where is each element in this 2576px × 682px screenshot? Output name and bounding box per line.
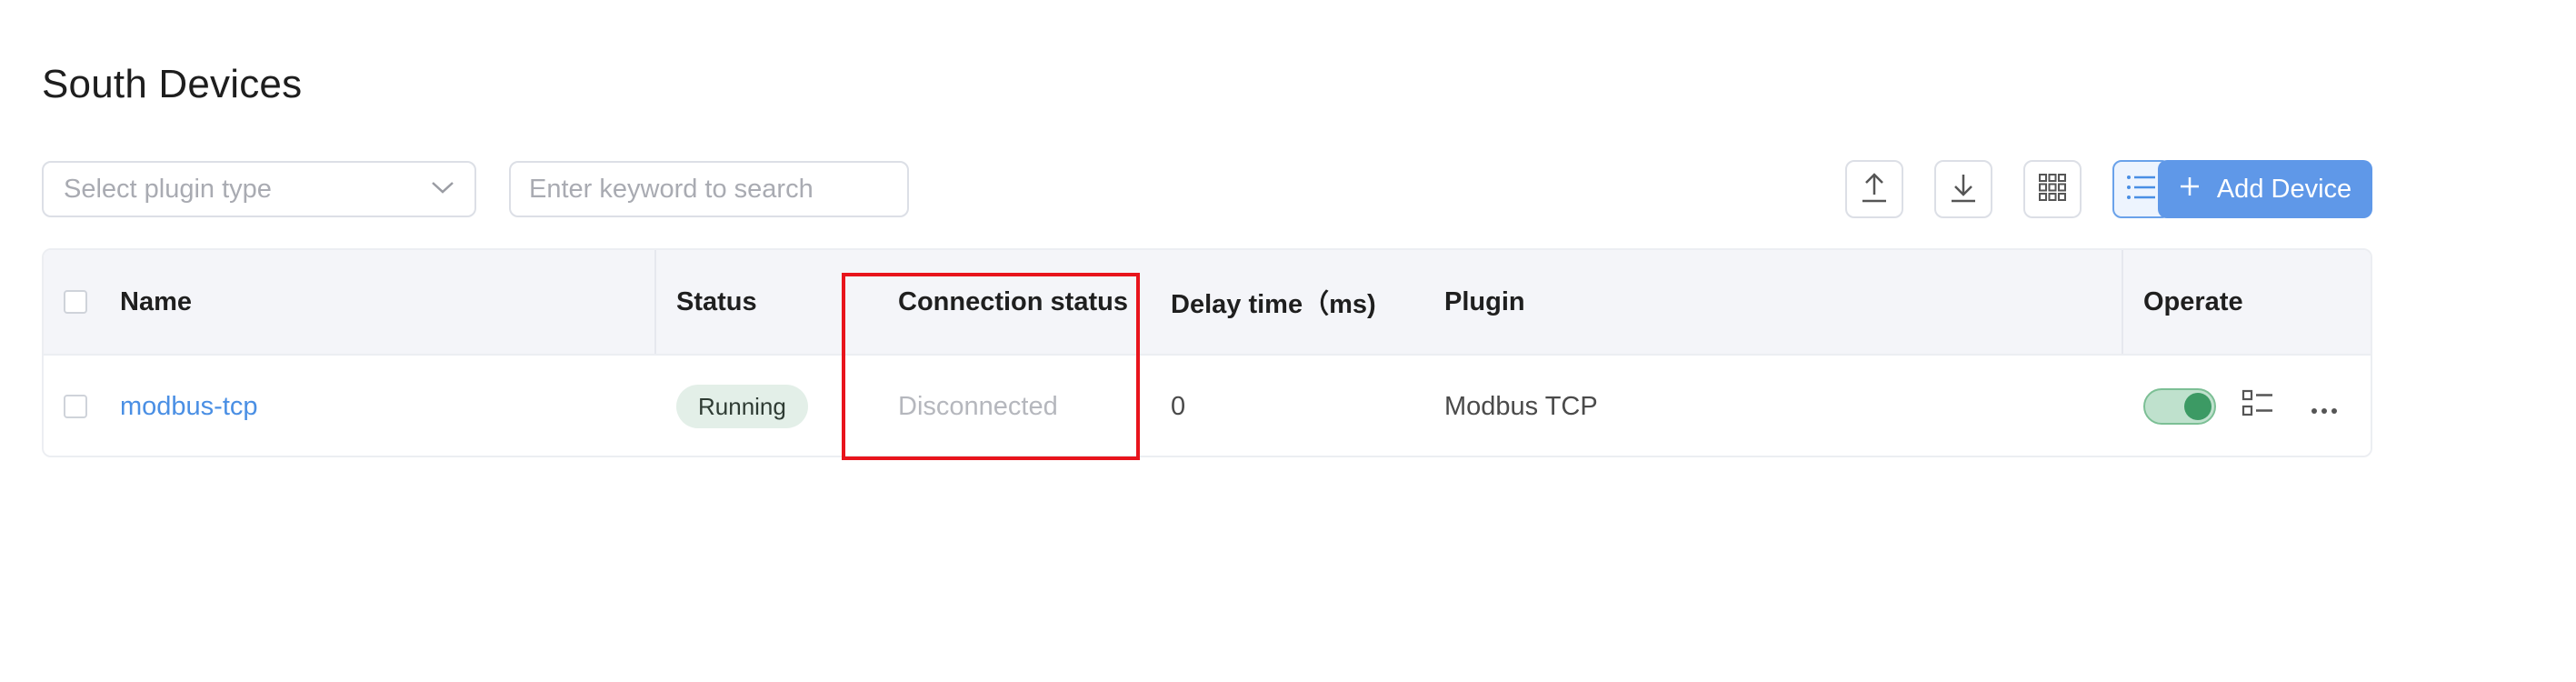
column-header-operate: Operate xyxy=(2143,286,2243,316)
add-device-button[interactable]: Add Device xyxy=(2158,160,2372,218)
more-actions-button[interactable] xyxy=(2311,356,2338,456)
upload-button[interactable] xyxy=(1845,160,1903,218)
device-config-button[interactable] xyxy=(2242,356,2274,456)
devices-table: Name Status Connection status Delay time… xyxy=(42,248,2372,457)
plugin-value: Modbus TCP xyxy=(1444,391,1598,421)
column-header-name: Name xyxy=(120,286,192,316)
table-row: modbus-tcp Running Disconnected 0 Modbus… xyxy=(44,356,2371,456)
download-icon xyxy=(1948,171,1979,208)
select-all-checkbox-cell xyxy=(64,250,87,354)
delay-time-value: 0 xyxy=(1171,391,1186,421)
row-checkbox-cell xyxy=(64,356,87,456)
add-device-label: Add Device xyxy=(2216,174,2352,204)
enable-toggle-cell xyxy=(2143,356,2216,456)
select-all-checkbox[interactable] xyxy=(64,290,87,314)
device-name-link[interactable]: modbus-tcp xyxy=(120,356,258,456)
plugin-type-select[interactable]: Select plugin type xyxy=(42,161,476,217)
column-divider xyxy=(2122,250,2123,354)
search-placeholder: Enter keyword to search xyxy=(529,174,814,204)
list-view-icon xyxy=(2126,174,2157,206)
south-devices-page: South Devices Select plugin type Enter k… xyxy=(0,0,2576,682)
plugin-type-placeholder: Select plugin type xyxy=(64,174,272,204)
more-horizontal-icon xyxy=(2311,392,2338,422)
config-list-icon xyxy=(2242,389,2274,424)
download-button[interactable] xyxy=(1934,160,1992,218)
search-input[interactable]: Enter keyword to search xyxy=(509,161,909,217)
column-header-delay-time: Delay time（ms) xyxy=(1171,290,1376,319)
connection-status-highlight-box xyxy=(842,273,1140,460)
device-enable-toggle[interactable] xyxy=(2143,388,2216,425)
plus-icon xyxy=(2179,175,2201,205)
column-divider xyxy=(654,250,656,354)
grid-view-button[interactable] xyxy=(2023,160,2082,218)
status-badge: Running xyxy=(676,385,808,428)
upload-icon xyxy=(1859,171,1890,208)
status-cell: Running xyxy=(676,356,808,456)
page-title: South Devices xyxy=(42,62,303,106)
table-header: Name Status Connection status Delay time… xyxy=(44,250,2371,356)
row-checkbox[interactable] xyxy=(64,395,87,418)
column-header-status: Status xyxy=(676,286,757,316)
grid-view-icon xyxy=(2038,173,2067,206)
chevron-down-icon xyxy=(431,180,454,199)
column-header-plugin: Plugin xyxy=(1444,286,1525,316)
